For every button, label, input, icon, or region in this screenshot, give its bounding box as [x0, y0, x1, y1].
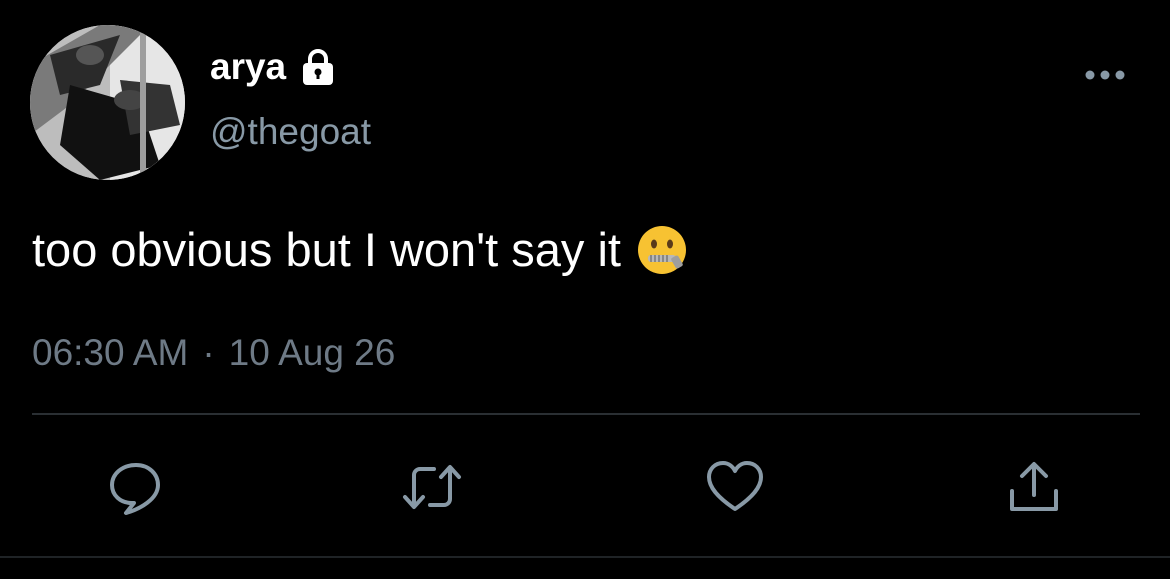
share-icon: [1010, 462, 1058, 511]
display-name[interactable]: arya: [210, 45, 286, 89]
tweet-text-row: too obvious but I won't say it: [32, 220, 689, 280]
avatar-photo: [30, 25, 185, 180]
reply-button[interactable]: [104, 455, 168, 519]
lock-icon: [298, 47, 338, 87]
author-name-row: arya: [210, 45, 338, 89]
more-icon[interactable]: [1080, 60, 1130, 90]
reply-icon: [110, 463, 160, 515]
like-button[interactable]: [703, 455, 767, 519]
timestamp-separator: ·: [202, 332, 215, 373]
retweet-icon: [403, 465, 461, 509]
bottom-divider: [0, 556, 1170, 558]
zipper-mouth-face-icon: [635, 223, 689, 277]
retweet-button[interactable]: [400, 455, 464, 519]
share-button[interactable]: [1002, 455, 1066, 519]
heart-icon: [707, 461, 763, 511]
handle[interactable]: @thegoat: [210, 110, 371, 154]
tweet-text: too obvious but I won't say it: [32, 223, 621, 276]
tweet-time: 06:30 AM: [32, 332, 189, 373]
avatar[interactable]: [30, 25, 185, 180]
divider: [32, 413, 1140, 415]
tweet-date: 10 Aug 26: [228, 332, 396, 373]
timestamp[interactable]: 06:30 AM · 10 Aug 26: [32, 330, 395, 376]
